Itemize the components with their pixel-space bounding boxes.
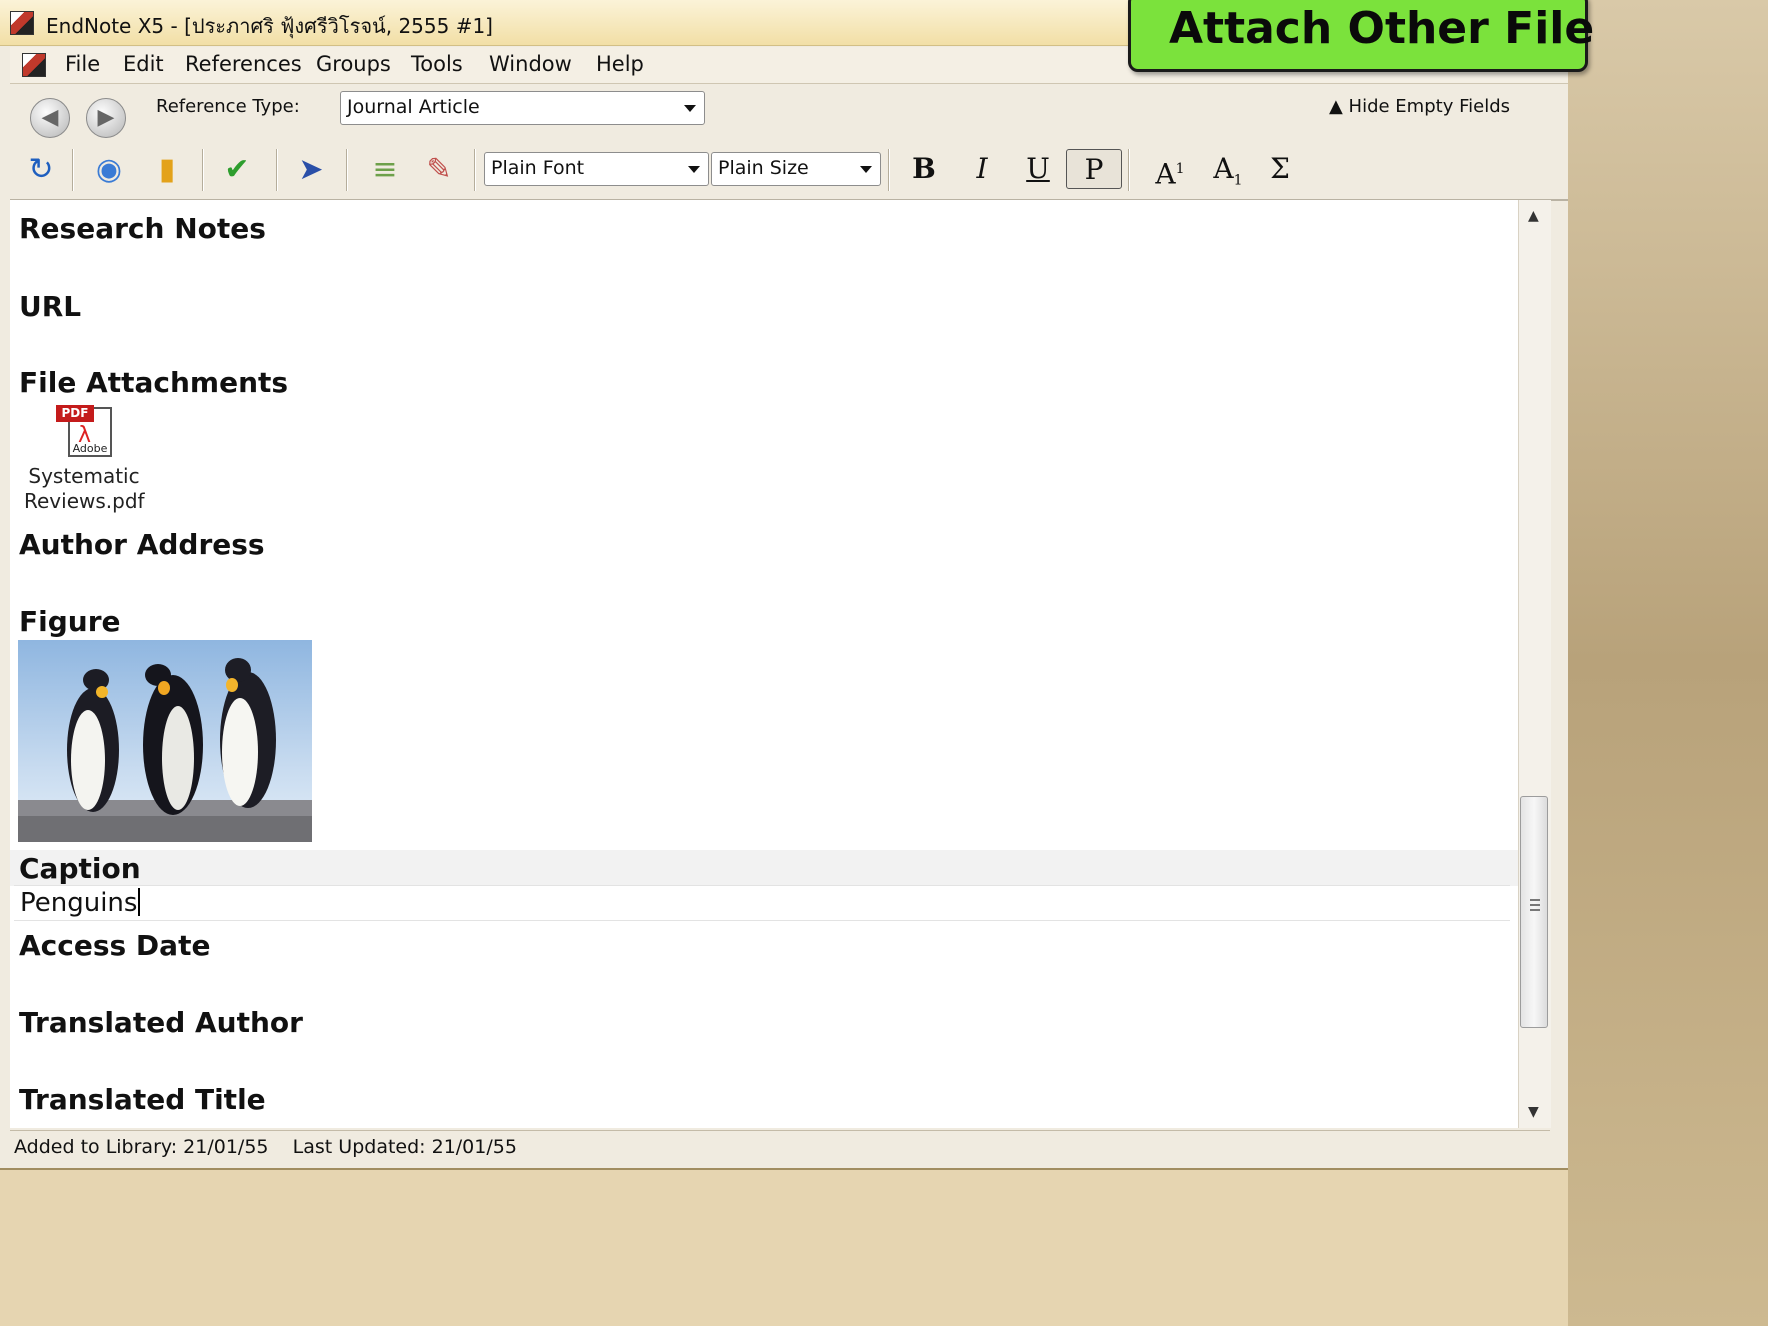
menu-help[interactable]: Help xyxy=(596,52,644,76)
scroll-up-icon[interactable]: ▲ xyxy=(1528,208,1539,224)
background-below-window xyxy=(0,1168,1568,1326)
menu-groups[interactable]: Groups xyxy=(316,52,391,76)
formatting-toolbar: ↻ ◉ ▮ ✔ ➤ ≡ ✎ Plain Font Plain Size B I … xyxy=(10,141,1568,201)
toolbar-separator xyxy=(474,149,475,191)
chevron-down-icon xyxy=(684,105,696,112)
document-icon[interactable] xyxy=(22,53,46,77)
field-research-notes[interactable]: Research Notes xyxy=(19,212,266,245)
field-file-attachments[interactable]: File Attachments xyxy=(19,366,288,399)
chevron-down-icon xyxy=(860,166,872,173)
toolbar-separator xyxy=(276,149,277,191)
vertical-scrollbar[interactable]: ▲ ▼ xyxy=(1518,200,1551,1128)
toolbar-separator xyxy=(346,149,347,191)
text-caret xyxy=(138,888,141,916)
subscript-button[interactable]: A1 xyxy=(1200,149,1256,189)
underline-button[interactable]: U xyxy=(1016,149,1060,189)
size-select[interactable]: Plain Size xyxy=(711,152,881,186)
caption-field[interactable]: Penguins xyxy=(14,885,1510,921)
menu-tools[interactable]: Tools xyxy=(411,52,463,76)
pin-icon[interactable]: ➤ xyxy=(292,151,330,189)
superscript-mark: 1 xyxy=(1175,161,1185,177)
spellcheck-icon[interactable]: ✔ xyxy=(218,151,256,189)
field-url[interactable]: URL xyxy=(19,290,81,323)
callout-text: Attach Other File xyxy=(1169,3,1595,54)
attachment-filename[interactable]: Systematic Reviews.pdf xyxy=(24,464,145,514)
symbol-button[interactable]: Σ xyxy=(1260,149,1300,189)
field-author-address[interactable]: Author Address xyxy=(19,528,265,561)
reference-type-label: Reference Type: xyxy=(156,96,300,117)
app-icon[interactable] xyxy=(10,11,34,35)
field-translated-author[interactable]: Translated Author xyxy=(19,1006,303,1039)
caption-value: Penguins xyxy=(20,888,138,918)
online-search-icon[interactable]: ◉ xyxy=(90,151,128,189)
hide-empty-fields-button[interactable]: ▲ Hide Empty Fields xyxy=(1329,96,1510,117)
menu-window[interactable]: Window xyxy=(489,52,572,76)
field-caption[interactable]: Caption xyxy=(19,852,141,885)
hide-fields-arrow-icon: ▲ xyxy=(1328,96,1343,117)
figure-image[interactable] xyxy=(18,640,312,842)
superscript-button[interactable]: A1 xyxy=(1142,149,1198,191)
pdf-badge: PDF xyxy=(56,405,94,422)
forward-icon[interactable]: ▶ xyxy=(86,98,126,138)
toolbar-separator xyxy=(72,149,73,191)
reference-type-select[interactable]: Journal Article xyxy=(340,91,705,125)
subscript-mark: 1 xyxy=(1233,172,1243,189)
penguins-image xyxy=(18,640,312,842)
subscript-base: A xyxy=(1213,152,1234,185)
status-text: Added to Library: 21/01/55 Last Updated:… xyxy=(14,1136,517,1158)
desktop-background xyxy=(1568,0,1768,1326)
scroll-thumb[interactable] xyxy=(1520,796,1548,1028)
size-value: Plain Size xyxy=(718,157,809,179)
font-value: Plain Font xyxy=(491,157,585,179)
bold-button[interactable]: B xyxy=(902,149,946,189)
italic-button[interactable]: I xyxy=(960,149,1004,189)
list-icon[interactable]: ≡ xyxy=(366,151,404,189)
open-folder-icon[interactable]: ▮ xyxy=(148,151,186,189)
callout-banner: Attach Other File xyxy=(1128,0,1594,72)
attachment-name-line1: Systematic xyxy=(28,464,140,488)
window-title: EndNote X5 - [ประภาศริ ฟุ้งศรีวิโรจน์, 2… xyxy=(46,14,493,38)
pdf-file-icon[interactable]: PDF λ Adobe xyxy=(56,405,114,457)
pdf-brand: Adobe xyxy=(72,442,108,455)
back-icon[interactable]: ◀ xyxy=(30,98,70,138)
caption-label-band xyxy=(10,850,1518,886)
plain-button[interactable]: P xyxy=(1066,149,1122,189)
reference-toolbar: ◀ ▶ Reference Type: Journal Article ▲ Hi… xyxy=(10,84,1568,140)
scroll-grip-icon xyxy=(1530,899,1540,911)
font-select[interactable]: Plain Font xyxy=(484,152,709,186)
reference-editor[interactable]: Research Notes URL File Attachments PDF … xyxy=(10,200,1518,1128)
endnote-window: EndNote X5 - [ประภาศริ ฟุ้งศรีวิโรจน์, 2… xyxy=(0,0,1568,1326)
chevron-down-icon xyxy=(688,166,700,173)
reference-type-value: Journal Article xyxy=(347,96,480,118)
hide-empty-fields-label: Hide Empty Fields xyxy=(1348,96,1510,117)
superscript-base: A xyxy=(1155,157,1176,191)
toolbar-separator xyxy=(202,149,203,191)
attachment-name-line2: Reviews.pdf xyxy=(24,489,145,513)
scroll-down-icon[interactable]: ▼ xyxy=(1528,1104,1539,1120)
field-access-date[interactable]: Access Date xyxy=(19,929,210,962)
menu-references[interactable]: References xyxy=(185,52,302,76)
menu-edit[interactable]: Edit xyxy=(123,52,164,76)
menu-file[interactable]: File xyxy=(65,52,100,76)
sync-icon[interactable]: ↻ xyxy=(22,151,60,189)
toolbar-separator xyxy=(1128,149,1129,191)
toolbar-separator xyxy=(888,149,889,191)
field-figure[interactable]: Figure xyxy=(19,605,121,638)
edit-icon[interactable]: ✎ xyxy=(420,151,458,189)
status-bar: Added to Library: 21/01/55 Last Updated:… xyxy=(10,1130,1550,1166)
field-translated-title[interactable]: Translated Title xyxy=(19,1083,266,1116)
